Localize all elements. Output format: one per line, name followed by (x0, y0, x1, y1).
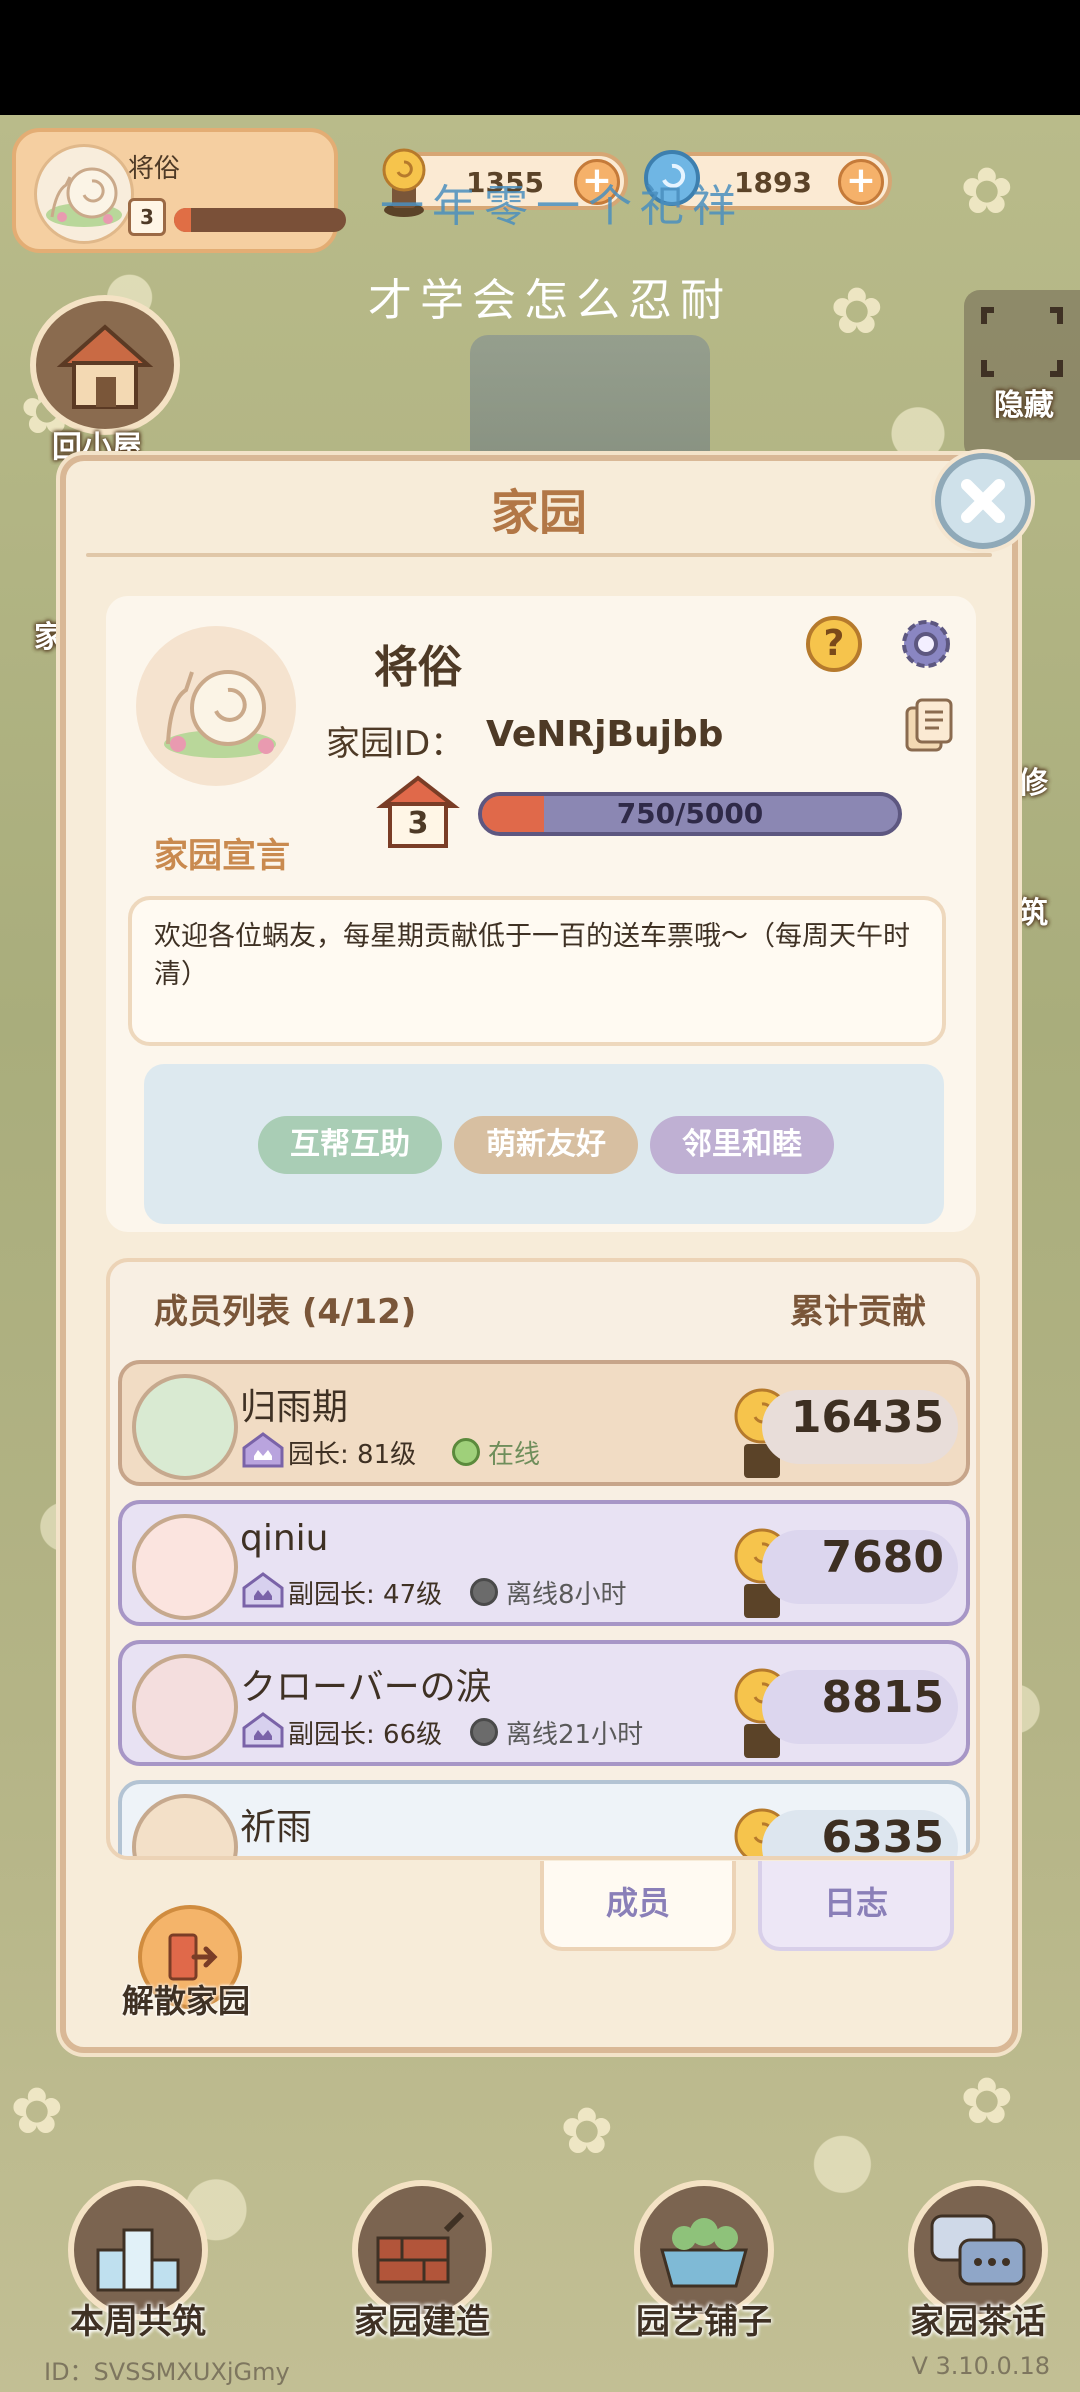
version-footer: V 3.10.0.18 (911, 2352, 1050, 2380)
member-role: 副园长: 66级 (288, 1720, 443, 1750)
member-status: 离线21小时 (506, 1720, 644, 1750)
garden-level-badge: 3 (376, 774, 460, 850)
member-contribution: 7680 (821, 1532, 944, 1583)
member-contribution: 8815 (821, 1672, 944, 1723)
member-role: 园长: 81级 (288, 1440, 417, 1470)
contribution-column-title: 累计贡献 (790, 1292, 926, 1332)
nav-weekly-build[interactable]: 本周共筑 (58, 2170, 218, 2342)
player-id-footer: ID：SVSSMXUXjGmy (44, 2358, 290, 2386)
declaration-label: 家园宣言 (154, 836, 290, 876)
member-list: 成员列表 (4/12) 累计贡献 归雨期 园长: 81级 在线 16435 qi… (106, 1258, 980, 1860)
close-icon (961, 479, 1005, 523)
flower-decoration: ✿ (960, 2065, 1014, 2139)
player-level-progress (174, 208, 346, 232)
member-avatar (132, 1514, 238, 1620)
frame-corners-icon (981, 307, 1063, 377)
member-row[interactable]: qiniu 副园长: 47级 离线8小时 7680 (118, 1500, 970, 1626)
flower-decoration: ✿ (960, 155, 1014, 229)
garden-avatar[interactable] (136, 626, 296, 786)
nav-garden-shop[interactable]: 园艺铺子 (624, 2170, 784, 2342)
garden-exp-text: 750/5000 (616, 797, 764, 830)
garden-tags: 互帮互助 萌新友好 邻里和睦 (144, 1064, 944, 1224)
tag-neighborly: 邻里和睦 (650, 1116, 834, 1174)
home-garden-panel: 家园 将俗 家园ID： VeNRjBujbb ? 3 750/5000 家园宣言… (60, 455, 1018, 2053)
member-contribution: 16435 (790, 1392, 944, 1443)
nav-garden-shop-label: 园艺铺子 (636, 2302, 772, 2342)
house-icon (56, 324, 154, 409)
nav-garden-chat[interactable]: 家园茶话 (898, 2170, 1058, 2342)
add-gem-button[interactable]: + (838, 159, 884, 205)
tab-members[interactable]: 成员 (540, 1861, 736, 1951)
copy-id-icon[interactable] (901, 696, 957, 756)
offline-status-dot (470, 1578, 498, 1606)
member-row[interactable]: 归雨期 园长: 81级 在线 16435 (118, 1360, 970, 1486)
tag-newbie-friendly: 萌新友好 (454, 1116, 638, 1174)
garden-id-value: VeNRjBujbb (486, 714, 724, 755)
member-contribution: 6335 (821, 1812, 944, 1860)
member-name: qiniu (240, 1518, 329, 1559)
member-role: 副园长: 47级 (288, 1580, 443, 1610)
header-divider (86, 553, 992, 557)
panel-title: 家园 (490, 485, 587, 541)
overlay-caption-line1: 一年零一个祀祥 (380, 181, 744, 232)
flower-decoration: ✿ (10, 2075, 64, 2149)
dissolve-garden-label: 解散家园 (122, 1982, 251, 2020)
garden-level-number: 3 (407, 806, 429, 841)
member-row[interactable]: 祈雨 6335 (118, 1780, 970, 1860)
member-row[interactable]: クローバーの涙 副园长: 66级 离线21小时 8815 (118, 1640, 970, 1766)
player-level-progress-fill (174, 208, 192, 232)
nav-garden-chat-label: 家园茶话 (910, 2302, 1046, 2342)
nav-garden-build-label: 家园建造 (354, 2302, 490, 2342)
nav-weekly-build-label: 本周共筑 (70, 2302, 206, 2342)
crown-house-icon (242, 1432, 284, 1468)
flower-decoration: ✿ (830, 275, 884, 349)
tab-log[interactable]: 日志 (758, 1861, 954, 1951)
declaration-text: 欢迎各位蜗友，每星期贡献低于一百的送车票哦～（每周天午时清） (128, 896, 946, 1046)
return-home-button[interactable] (30, 295, 180, 435)
member-list-title: 成员列表 (4/12) (154, 1292, 417, 1332)
member-name: 祈雨 (240, 1807, 313, 1848)
member-status: 离线8小时 (506, 1580, 627, 1610)
member-avatar (132, 1654, 238, 1760)
member-avatar (132, 1794, 238, 1856)
crown-house-icon (242, 1572, 284, 1608)
member-name: 归雨期 (240, 1387, 349, 1428)
gem-value: 1893 (734, 166, 812, 199)
player-profile-card[interactable]: 将俗 3 (12, 128, 346, 253)
member-status: 在线 (488, 1440, 541, 1470)
garden-name: 将俗 (374, 642, 462, 693)
member-list-header: 成员列表 (4/12) 累计贡献 (110, 1262, 976, 1342)
gear-icon[interactable] (896, 614, 956, 674)
player-name: 将俗 (128, 154, 181, 184)
side-label-partial: 修 (1018, 766, 1048, 801)
close-panel-button[interactable] (935, 453, 1031, 549)
nav-garden-build[interactable]: 家园建造 (342, 2170, 502, 2342)
hide-ui-button[interactable]: 隐藏 (964, 290, 1080, 460)
flower-decoration: ✿ (560, 2095, 614, 2169)
garden-info-card: 将俗 家园ID： VeNRjBujbb ? 3 750/5000 家园宣言 欢迎… (106, 596, 976, 1232)
member-name: クローバーの涙 (240, 1667, 492, 1708)
tag-mutual-help: 互帮互助 (258, 1116, 442, 1174)
member-avatar (132, 1374, 238, 1480)
hide-ui-label: 隐藏 (994, 388, 1054, 423)
overlay-caption-line2: 才学会怎么忍耐 (368, 275, 732, 326)
help-icon[interactable]: ? (806, 616, 862, 672)
crown-house-icon (242, 1712, 284, 1748)
player-level-badge: 3 (128, 198, 166, 236)
side-label-partial: 筑 (1018, 896, 1048, 931)
garden-id-label: 家园ID： (326, 724, 465, 764)
offline-status-dot (470, 1718, 498, 1746)
online-status-dot (452, 1438, 480, 1466)
garden-exp-bar: 750/5000 (478, 792, 902, 836)
snail-avatar (34, 144, 134, 244)
